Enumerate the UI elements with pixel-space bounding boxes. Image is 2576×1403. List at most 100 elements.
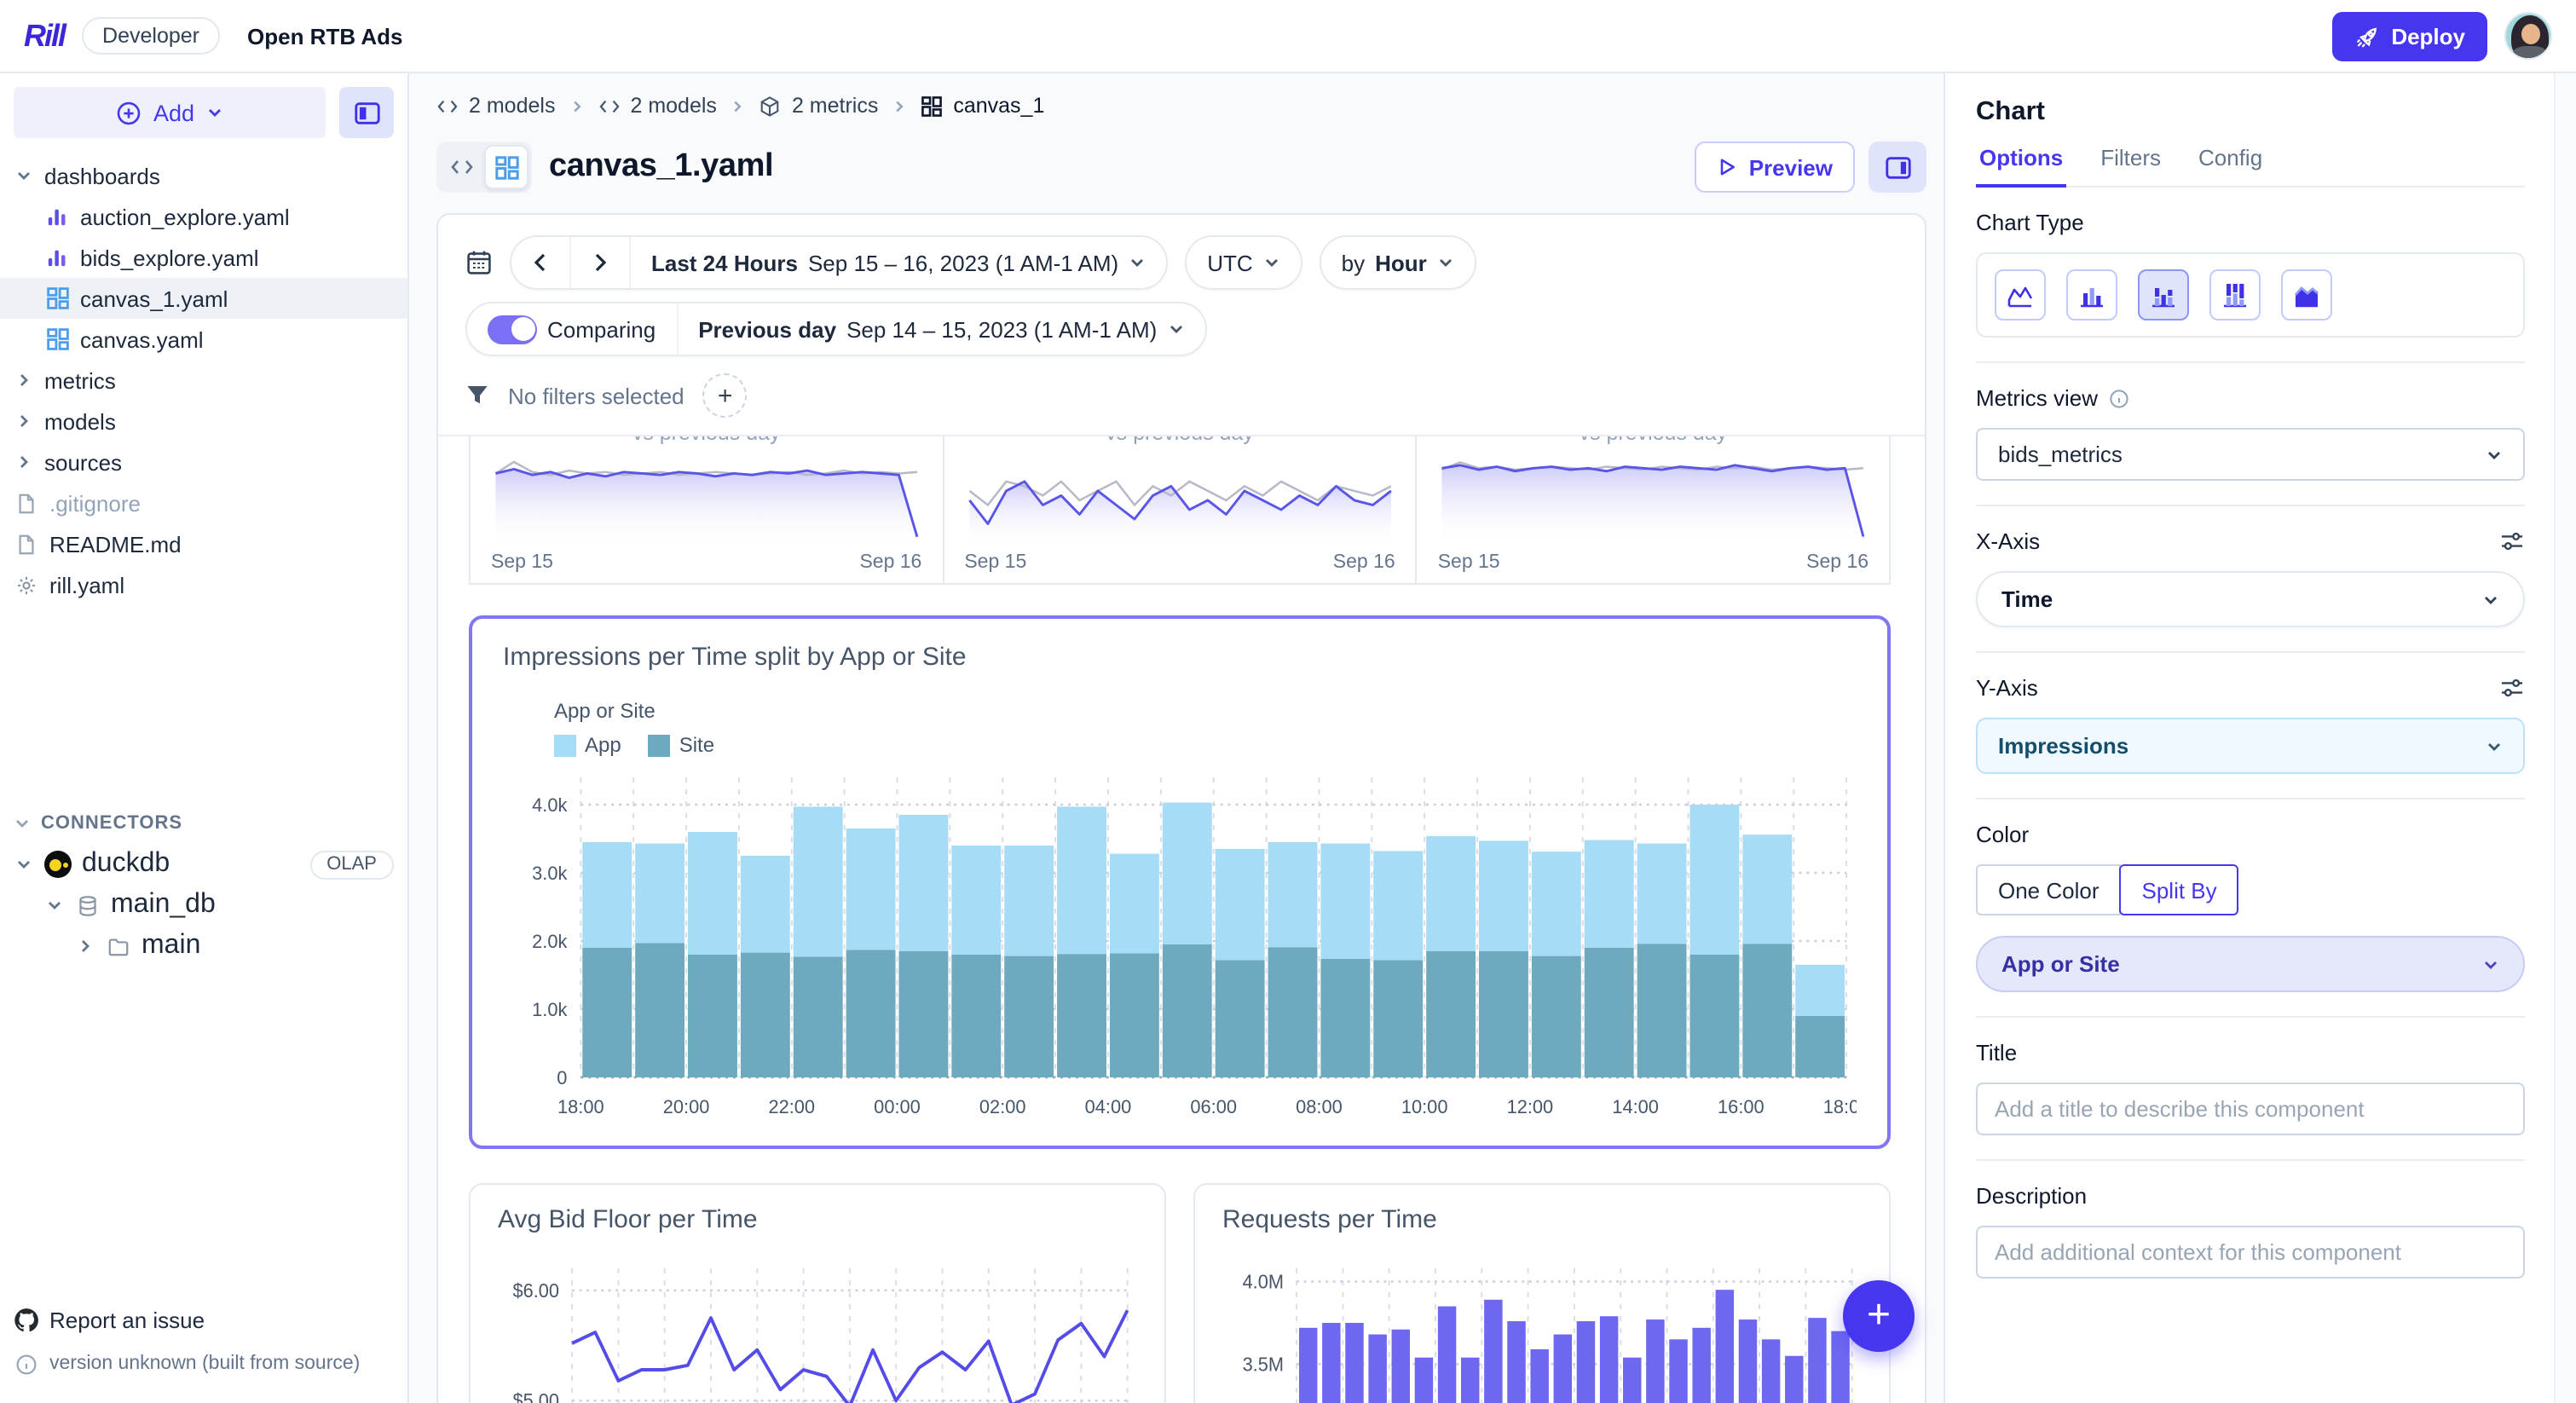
deploy-button[interactable]: Deploy (2331, 11, 2487, 61)
connectors-header[interactable]: CONNECTORS (0, 803, 407, 844)
tab-config[interactable]: Config (2195, 145, 2266, 186)
code-view-button[interactable] (440, 145, 484, 189)
breadcrumb-models-2[interactable]: 2 models (598, 94, 716, 118)
tree-file-bids-explore[interactable]: bids_explore.yaml (0, 237, 407, 278)
component-title-input[interactable] (1976, 1083, 2525, 1135)
compare-dates: Sep 14 – 15, 2023 (1 AM-1 AM) (846, 316, 1157, 342)
grain-pill[interactable]: by Hour (1320, 235, 1476, 290)
time-back-button[interactable] (511, 237, 569, 288)
chevron-right-icon (14, 372, 34, 389)
split-by-dimension-select[interactable]: App or Site (1976, 936, 2525, 992)
inspector-scrollbar-gutter[interactable] (2554, 73, 2576, 1403)
time-controls-row: Last 24 Hours Sep 15 – 16, 2023 (1 AM-1 … (465, 235, 1897, 290)
comparing-toggle[interactable] (488, 315, 537, 344)
svg-text:16:00: 16:00 (1718, 1096, 1765, 1117)
svg-text:3.0k: 3.0k (532, 863, 567, 884)
kpi-card[interactable]: vs previous day Sep 15 Sep 16 (469, 436, 944, 585)
tree-folder-sources[interactable]: sources (0, 442, 407, 482)
comparing-toggle-group[interactable]: Comparing (467, 303, 676, 355)
tree-label: dashboards (44, 163, 160, 188)
chart-type-bar-button[interactable] (2066, 269, 2117, 320)
chevron-right-icon (14, 453, 34, 471)
app-shell: Add dashboards (0, 73, 2576, 1403)
kpi-card-row: vs previous day Sep 15 Sep 16 vs previou… (469, 436, 1891, 585)
sliders-icon[interactable] (2499, 530, 2525, 552)
tab-filters[interactable]: Filters (2097, 145, 2164, 186)
connector-schema-main-db[interactable]: main_db (0, 885, 407, 926)
component-description-input[interactable] (1976, 1226, 2525, 1279)
metrics-view-section: Metrics view bids_metrics (1976, 361, 2525, 505)
connector-duckdb[interactable]: duckdb OLAP (0, 844, 407, 885)
tree-folder-dashboards[interactable]: dashboards (0, 155, 407, 196)
comparison-row: Comparing Previous day Sep 14 – 15, 2023… (465, 302, 1897, 356)
time-range-selector[interactable]: Last 24 Hours Sep 15 – 16, 2023 (1 AM-1 … (629, 237, 1166, 288)
x-axis-value: Time (2001, 586, 2053, 612)
compare-range-selector[interactable]: Previous day Sep 14 – 15, 2023 (1 AM-1 A… (676, 303, 1204, 355)
kpi-x-end: Sep 16 (859, 552, 921, 573)
time-forward-button[interactable] (569, 237, 629, 288)
filters-empty-text: No filters selected (508, 383, 684, 408)
one-color-button[interactable]: One Color (1976, 864, 2122, 915)
plus-circle-icon (116, 100, 142, 125)
kpi-card[interactable]: vs previous day Sep 15 Sep 16 (1418, 436, 1891, 585)
breadcrumb-models-1[interactable]: 2 models (436, 94, 555, 118)
kpi-x-labels: Sep 15 Sep 16 (1438, 552, 1868, 573)
preview-button[interactable]: Preview (1695, 141, 1855, 193)
view-mode-toggle (436, 141, 532, 193)
inspector-toggle-button[interactable] (1868, 141, 1926, 193)
breadcrumb-metrics[interactable]: 2 metrics (760, 94, 878, 118)
connector-table-group-main[interactable]: main (0, 926, 407, 967)
metrics-view-label-row: Metrics view (1976, 385, 2525, 411)
add-button[interactable]: Add (14, 87, 326, 138)
rill-logo[interactable]: Rill (24, 18, 65, 54)
sliders-icon[interactable] (2499, 677, 2525, 699)
svg-text:3.5M: 3.5M (1243, 1354, 1284, 1376)
kpi-compare-note: vs previous day (1438, 436, 1868, 445)
selected-chart-component[interactable]: Impressions per Time split by App or Sit… (469, 615, 1891, 1149)
document-icon (14, 533, 39, 555)
github-icon (14, 1307, 39, 1332)
metrics-view-value: bids_metrics (1998, 442, 2123, 467)
canvas-view-button[interactable] (484, 145, 528, 189)
tree-file-auction-explore[interactable]: auction_explore.yaml (0, 196, 407, 237)
chart-type-stacked-bar-normalized-button[interactable] (2209, 269, 2261, 320)
deploy-label: Deploy (2391, 23, 2465, 49)
canvas-scroll-area[interactable]: vs previous day Sep 15 Sep 16 vs previou… (465, 436, 1897, 1403)
tree-file-gitignore[interactable]: .gitignore (0, 482, 407, 523)
tree-file-canvas-1-selected[interactable]: canvas_1.yaml (0, 278, 407, 319)
breadcrumb: 2 models 2 models 2 metrics canvas_1 (436, 87, 1926, 124)
chart-type-line-button[interactable] (1995, 269, 2046, 320)
tree-file-rill-yaml[interactable]: rill.yaml (0, 564, 407, 605)
tree-file-readme[interactable]: README.md (0, 523, 407, 564)
stacked-bar-chart[interactable]: 01.0k2.0k3.0k4.0k18:0020:0022:0000:0002:… (503, 764, 1857, 1129)
split-by-button[interactable]: Split By (2120, 864, 2239, 915)
svg-text:04:00: 04:00 (1085, 1096, 1132, 1117)
tree-folder-metrics[interactable]: metrics (0, 360, 407, 401)
y-axis-select[interactable]: Impressions (1976, 718, 2525, 774)
chart-type-label: Chart Type (1976, 210, 2525, 235)
chart-type-section: Chart Type (1976, 188, 2525, 361)
user-avatar[interactable] (2504, 12, 2552, 60)
tab-options[interactable]: Options (1976, 145, 2066, 188)
chart-type-area-button[interactable] (2281, 269, 2332, 320)
kpi-compare-note: vs previous day (964, 436, 1395, 445)
report-issue-link[interactable]: Report an issue (0, 1297, 407, 1342)
timezone-pill[interactable]: UTC (1185, 235, 1302, 290)
add-filter-button[interactable]: + (703, 373, 748, 418)
kpi-card[interactable]: vs previous day Sep 15 Sep 16 (944, 436, 1417, 585)
x-axis-select[interactable]: Time (1976, 571, 2525, 627)
x-axis-label: X-Axis (1976, 528, 2040, 554)
tree-file-canvas[interactable]: canvas.yaml (0, 319, 407, 360)
avg-bid-floor-chart-card[interactable]: Avg Bid Floor per Time $4.00$5.00$6.00 (469, 1183, 1166, 1403)
canvas-grid-icon (44, 286, 70, 310)
inspector-heading: Chart (1976, 97, 2525, 128)
tree-folder-models[interactable]: models (0, 401, 407, 442)
sidebar-collapse-button[interactable] (339, 87, 394, 138)
metrics-view-select[interactable]: bids_metrics (1976, 428, 2525, 481)
connector-label: main_db (111, 890, 216, 921)
requests-chart-card[interactable]: Requests per Time 4.0M3.5M3.0M2.5M (1193, 1183, 1891, 1403)
chart-type-stacked-bar-button[interactable] (2138, 269, 2189, 320)
chevron-down-icon (14, 856, 34, 873)
add-component-fab[interactable]: + (1843, 1280, 1915, 1352)
tree-label: models (44, 408, 116, 434)
